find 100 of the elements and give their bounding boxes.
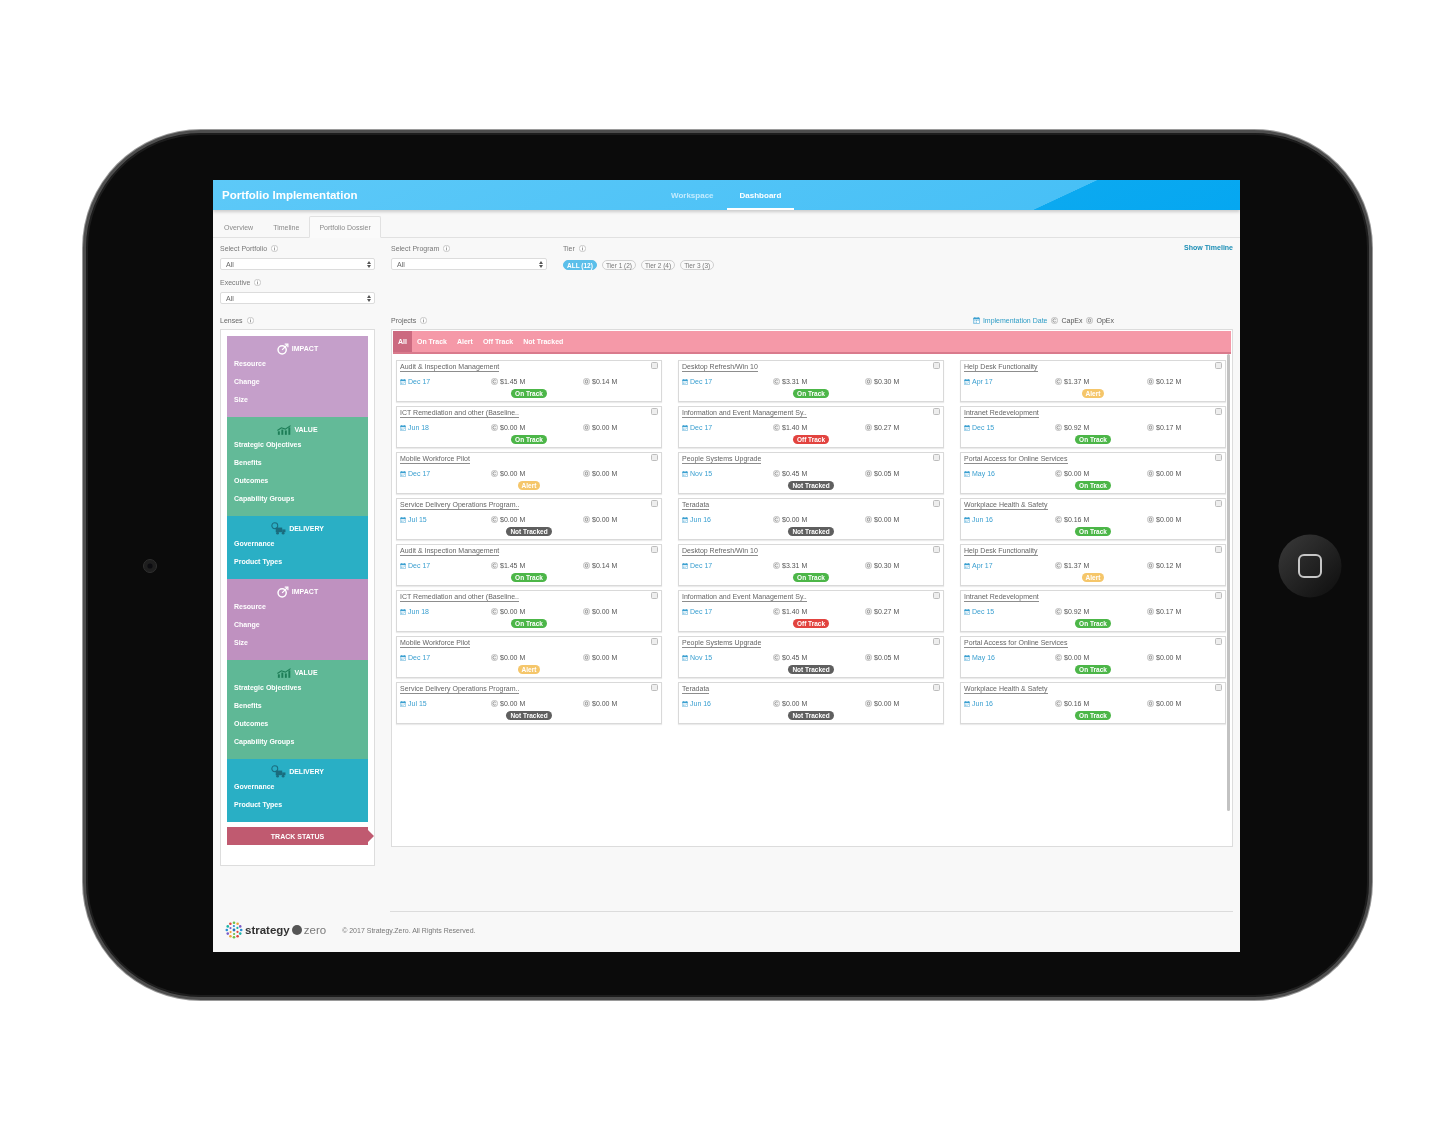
checkbox[interactable] xyxy=(933,546,940,553)
checkbox[interactable] xyxy=(1215,546,1222,553)
circled-c-icon xyxy=(491,608,498,615)
checkbox[interactable] xyxy=(933,638,940,645)
circled-c-icon xyxy=(1055,562,1062,569)
circled-c-icon xyxy=(491,470,498,477)
checkbox[interactable] xyxy=(651,362,658,369)
checkbox[interactable] xyxy=(933,684,940,691)
checkbox[interactable] xyxy=(933,500,940,507)
calendar-icon xyxy=(682,700,688,707)
circled-c-icon xyxy=(1055,700,1062,707)
checkbox[interactable] xyxy=(651,500,658,507)
circled-c-icon xyxy=(1055,654,1062,661)
calendar-icon xyxy=(682,516,688,523)
select-arrows-icon xyxy=(367,294,371,302)
calendar-icon xyxy=(964,470,970,477)
info-icon[interactable] xyxy=(578,244,586,252)
calendar-icon xyxy=(682,424,688,431)
calendar-icon xyxy=(682,654,688,661)
app-title: Portfolio Implementation xyxy=(222,189,358,201)
checkbox[interactable] xyxy=(933,454,940,461)
info-icon[interactable] xyxy=(443,244,451,252)
scrollbar-thumb[interactable] xyxy=(1227,354,1230,811)
checkbox[interactable] xyxy=(651,454,658,461)
circled-c-icon xyxy=(491,378,498,385)
calendar-icon xyxy=(972,316,980,324)
circled-o-icon xyxy=(865,470,872,477)
info-icon[interactable] xyxy=(246,316,254,324)
calendar-icon xyxy=(964,562,970,569)
rising-chart-icon xyxy=(277,667,292,678)
circled-c-icon xyxy=(773,562,780,569)
circled-o-icon xyxy=(1147,654,1154,661)
checkbox[interactable] xyxy=(1215,408,1222,415)
checkbox[interactable] xyxy=(933,592,940,599)
calendar-icon xyxy=(682,470,688,477)
circled-o-icon xyxy=(1147,378,1154,385)
circled-c-icon xyxy=(1055,516,1062,523)
circled-c-icon xyxy=(1055,470,1062,477)
circled-o-icon xyxy=(1086,316,1094,324)
circled-o-icon xyxy=(583,378,590,385)
checkbox[interactable] xyxy=(651,546,658,553)
circled-o-icon xyxy=(583,516,590,523)
circled-c-icon xyxy=(773,378,780,385)
checkbox[interactable] xyxy=(1215,684,1222,691)
circled-c-icon xyxy=(773,608,780,615)
logo-wordmark: zero xyxy=(303,924,327,936)
calendar-icon xyxy=(964,608,970,615)
calendar-icon xyxy=(682,562,688,569)
calendar-icon xyxy=(400,562,406,569)
circled-o-icon xyxy=(865,424,872,431)
info-icon[interactable] xyxy=(271,244,279,252)
checkbox[interactable] xyxy=(651,592,658,599)
circled-o-icon xyxy=(1147,470,1154,477)
truck-icon xyxy=(271,522,287,535)
circled-o-icon xyxy=(583,562,590,569)
circled-c-icon xyxy=(773,424,780,431)
circled-o-icon xyxy=(865,378,872,385)
circled-c-icon xyxy=(491,516,498,523)
circled-c-icon xyxy=(773,470,780,477)
info-icon[interactable] xyxy=(420,316,428,324)
circled-c-icon xyxy=(491,424,498,431)
calendar-icon xyxy=(964,516,970,523)
calendar-icon xyxy=(400,424,406,431)
calendar-icon xyxy=(400,700,406,707)
checkbox[interactable] xyxy=(651,408,658,415)
checkbox[interactable] xyxy=(1215,362,1222,369)
checkbox[interactable] xyxy=(1215,454,1222,461)
circled-o-icon xyxy=(865,608,872,615)
calendar-icon xyxy=(682,378,688,385)
circled-c-icon xyxy=(773,654,780,661)
disc-icon xyxy=(291,925,302,935)
rising-chart-icon xyxy=(277,424,292,435)
circled-c-icon xyxy=(1055,378,1062,385)
camera-icon xyxy=(142,559,157,573)
circled-o-icon xyxy=(865,516,872,523)
circled-o-icon xyxy=(865,654,872,661)
info-icon[interactable] xyxy=(254,278,262,286)
circled-o-icon xyxy=(1147,562,1154,569)
circled-c-icon xyxy=(491,562,498,569)
checkbox[interactable] xyxy=(651,638,658,645)
circled-c-icon xyxy=(1055,608,1062,615)
circled-o-icon xyxy=(583,470,590,477)
circled-o-icon xyxy=(1147,700,1154,707)
circled-c-icon xyxy=(1055,424,1062,431)
calendar-icon xyxy=(400,470,406,477)
checkbox[interactable] xyxy=(933,362,940,369)
calendar-icon xyxy=(400,516,406,523)
circled-c-icon xyxy=(1051,316,1059,324)
circled-c-icon xyxy=(491,654,498,661)
checkbox[interactable] xyxy=(1215,500,1222,507)
checkbox[interactable] xyxy=(1215,592,1222,599)
logo-icon xyxy=(225,921,243,939)
checkbox[interactable] xyxy=(1215,638,1222,645)
select-arrows-icon xyxy=(367,260,371,268)
circled-c-icon xyxy=(773,700,780,707)
circled-o-icon xyxy=(1147,516,1154,523)
checkbox[interactable] xyxy=(933,408,940,415)
circled-o-icon xyxy=(583,654,590,661)
circled-o-icon xyxy=(583,424,590,431)
checkbox[interactable] xyxy=(651,684,658,691)
